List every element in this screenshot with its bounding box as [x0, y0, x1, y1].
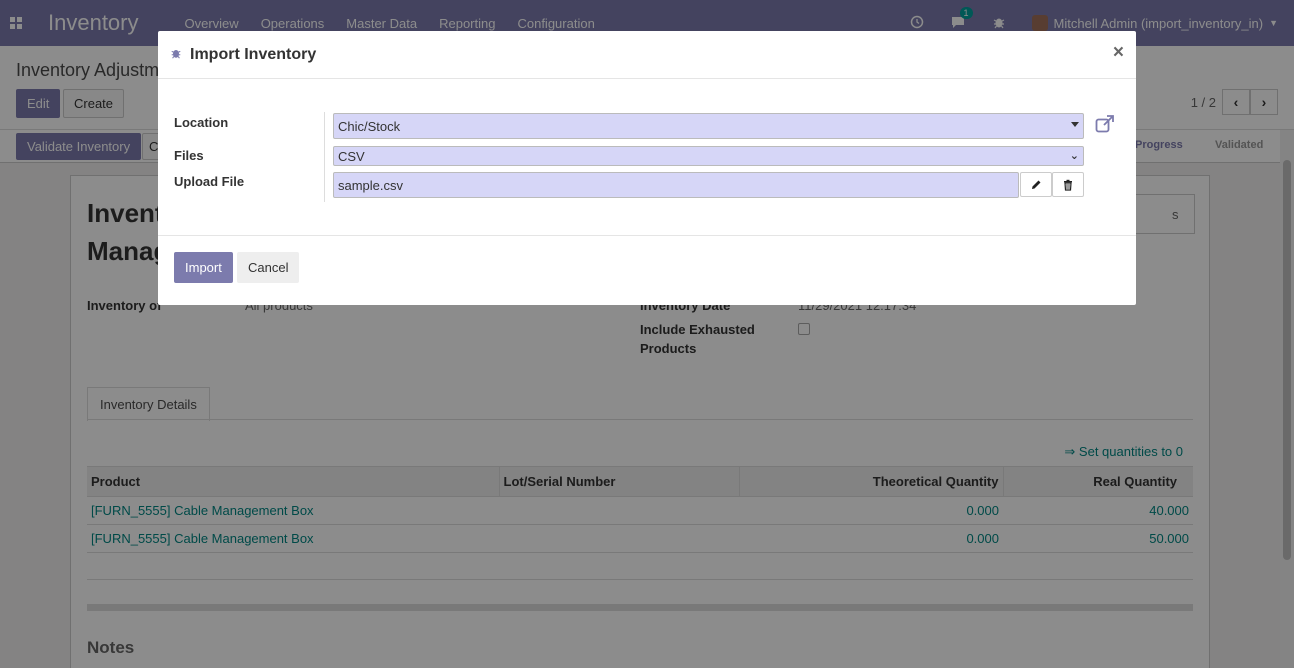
external-link-icon[interactable]: [1095, 115, 1115, 136]
import-inventory-dialog: Import Inventory × Location Chic/Stock F…: [158, 31, 1136, 305]
modal-header: Import Inventory ×: [158, 31, 1136, 79]
files-select[interactable]: CSV ⌄: [333, 146, 1084, 166]
upload-file-value: sample.csv: [338, 177, 404, 193]
upload-file-label: Upload File: [174, 174, 245, 189]
chevron-down-icon: ⌄: [1069, 150, 1079, 162]
files-label: Files: [174, 148, 204, 163]
modal-body: Location Chic/Stock Files CSV ⌄ Upload F…: [158, 79, 1136, 236]
debug-bug-icon: [170, 47, 182, 62]
edit-pencil-icon[interactable]: [1020, 172, 1052, 197]
location-field[interactable]: Chic/Stock: [333, 113, 1084, 139]
dropdown-caret-icon: [1071, 122, 1079, 127]
files-value: CSV: [338, 148, 365, 164]
import-button[interactable]: Import: [174, 252, 233, 283]
upload-file-field[interactable]: sample.csv: [333, 172, 1019, 198]
cancel-button[interactable]: Cancel: [237, 252, 300, 283]
trash-icon[interactable]: [1052, 172, 1084, 197]
location-value: Chic/Stock: [338, 118, 401, 134]
close-icon[interactable]: ×: [1113, 42, 1124, 64]
label-divider: [324, 112, 325, 202]
modal-footer: Import Cancel: [158, 236, 1136, 304]
location-label: Location: [174, 115, 229, 130]
modal-title: Import Inventory: [190, 45, 317, 63]
